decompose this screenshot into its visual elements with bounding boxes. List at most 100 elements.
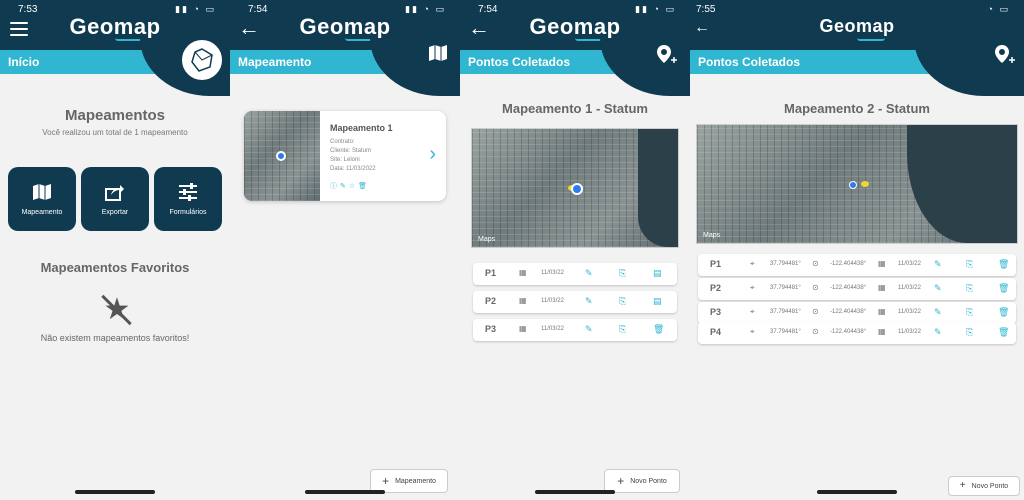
screen-inicio: 7:53 ▮▮ ◔ ▭ Geomap Início Mapeamentos Vo… (0, 0, 230, 500)
mapping-card[interactable]: Mapeamento 1 Contrato: Cliente: Statum S… (244, 111, 446, 201)
calendar-icon: ▦ (519, 296, 527, 305)
add-location-icon[interactable] (656, 44, 678, 68)
section-title: Mapeamento (238, 55, 312, 69)
delete-icon[interactable]: 🗑 (998, 327, 1009, 338)
share-icon (81, 183, 149, 206)
home-indicator (817, 490, 897, 494)
tile-label: Mapeamento (21, 209, 63, 216)
edit-icon[interactable]: ✎ (340, 183, 349, 190)
file-icon[interactable]: ⎘ (966, 283, 973, 294)
aerial-map[interactable]: Maps (471, 128, 679, 248)
file-icon[interactable]: ⎘ (966, 307, 973, 318)
point-row[interactable]: P3 ⌖ 37.794481° ⊙ -122.404438° ▦ 11/03/2… (698, 302, 1016, 324)
tile-exportar[interactable]: Exportar (81, 167, 149, 231)
point-marker (861, 181, 869, 187)
home-indicator (535, 490, 615, 494)
location-pin (276, 151, 286, 161)
edit-icon[interactable]: ✎ (934, 327, 942, 338)
point-longitude: -122.404438° (830, 309, 867, 315)
delete-icon[interactable]: 🗑 (998, 307, 1009, 318)
point-row[interactable]: P4 ⌖ 37.794481° ⊙ -122.404438° ▦ 11/03/2… (698, 322, 1016, 344)
card-title: Mapeamento 1 (330, 123, 393, 133)
info-icon[interactable]: ⓘ (330, 183, 340, 190)
plus-icon: + (617, 474, 625, 488)
tile-mapeamento[interactable]: Mapeamento (8, 167, 76, 231)
form-icon[interactable]: ▤ (653, 296, 662, 307)
plus-icon: + (959, 480, 966, 491)
point-label: P4 (710, 327, 722, 337)
globe-icon: ⊙ (812, 283, 819, 292)
file-icon[interactable]: ⎘ (966, 327, 973, 338)
screen-mapeamento: 7:54 ▮▮ ◔ ▭ ← Geomap Mapeamento Mapeamen… (230, 0, 460, 500)
sliders-icon (154, 183, 222, 206)
point-label: P1 (485, 268, 497, 278)
map-thumbnail (244, 111, 320, 201)
point-label: P2 (710, 283, 722, 293)
delete-icon[interactable]: 🗑 (998, 283, 1009, 294)
favorite-icon[interactable]: ☆ (349, 183, 358, 190)
point-date: 11/03/22 (898, 285, 921, 291)
file-icon[interactable]: ⎘ (619, 324, 626, 335)
tile-formularios[interactable]: Formulários (154, 167, 222, 231)
aerial-map[interactable]: Maps (696, 124, 1018, 244)
mapping-title: Mapeamento 2 - Statum (784, 101, 930, 116)
form-icon[interactable]: ▤ (653, 268, 662, 279)
maps-badge: Maps (478, 236, 496, 243)
card-contract: Contrato: (330, 139, 355, 145)
file-icon[interactable]: ⎘ (619, 268, 626, 279)
delete-icon[interactable]: 🗑 (358, 183, 370, 190)
user-avatar[interactable] (182, 40, 222, 80)
add-point-button[interactable]: + Novo Ponto (604, 469, 680, 493)
edit-icon[interactable]: ✎ (585, 324, 593, 335)
point-row[interactable]: P1 ▦ 11/03/22 ✎ ⎘ ▤ (473, 263, 677, 285)
app-logo: Geomap (69, 14, 161, 39)
section-title: Pontos Coletados (468, 55, 571, 69)
point-label: P1 (710, 259, 722, 269)
edit-icon[interactable]: ✎ (934, 307, 942, 318)
globe-icon: ⊙ (812, 307, 819, 316)
card-client: Cliente: Statum (330, 148, 372, 154)
chevron-right-icon[interactable]: › (429, 143, 436, 166)
calendar-icon: ▦ (878, 327, 886, 336)
location-icon: ⌖ (750, 259, 755, 268)
file-icon[interactable]: ⎘ (619, 296, 626, 307)
app-logo: Geomap (299, 14, 391, 39)
map-icon (8, 183, 76, 206)
point-longitude: -122.404438° (830, 285, 867, 291)
calendar-icon: ▦ (878, 259, 886, 268)
edit-icon[interactable]: ✎ (934, 283, 942, 294)
calendar-icon: ▦ (519, 268, 527, 277)
map-water (638, 129, 678, 247)
point-latitude: 37.794481° (770, 329, 801, 335)
point-longitude: -122.404438° (830, 329, 867, 335)
mapping-title: Mapeamento 1 - Statum (502, 101, 648, 116)
point-row[interactable]: P2 ⌖ 37.794481° ⊙ -122.404438° ▦ 11/03/2… (698, 278, 1016, 300)
location-icon: ⌖ (750, 283, 755, 292)
point-label: P3 (710, 307, 722, 317)
favorites-empty-text: Não existem mapeamentos favoritos! (40, 333, 190, 343)
mapping-count-text: Você realizou um total de 1 mapeamento (42, 128, 188, 137)
globe-icon: ⊙ (812, 327, 819, 336)
edit-icon[interactable]: ✎ (934, 259, 942, 270)
add-location-icon[interactable] (994, 44, 1016, 68)
calendar-icon: ▦ (878, 283, 886, 292)
point-row[interactable]: P1 ⌖ 37.794481° ⊙ -122.404438° ▦ 11/03/2… (698, 254, 1016, 276)
point-date: 11/03/22 (541, 326, 564, 332)
add-point-label: Novo Ponto (971, 482, 1009, 490)
delete-icon[interactable]: 🗑 (998, 259, 1009, 270)
point-date: 11/03/22 (898, 329, 921, 335)
delete-icon[interactable]: 🗑 (653, 324, 664, 335)
file-icon[interactable]: ⎘ (966, 259, 973, 270)
edit-icon[interactable]: ✎ (585, 296, 593, 307)
point-latitude: 37.794481° (770, 309, 801, 315)
add-point-button[interactable]: + Novo Ponto (948, 476, 1020, 496)
point-row[interactable]: P2 ▦ 11/03/22 ✎ ⎘ ▤ (473, 291, 677, 313)
map-icon[interactable] (428, 44, 448, 66)
point-longitude: -122.404438° (830, 261, 867, 267)
point-row[interactable]: P3 ▦ 11/03/22 ✎ ⎘ 🗑 (473, 319, 677, 341)
point-latitude: 37.794481° (770, 285, 801, 291)
edit-icon[interactable]: ✎ (585, 268, 593, 279)
globe-icon: ⊙ (812, 259, 819, 268)
tile-label: Exportar (101, 209, 129, 216)
point-date: 11/03/22 (898, 309, 921, 315)
